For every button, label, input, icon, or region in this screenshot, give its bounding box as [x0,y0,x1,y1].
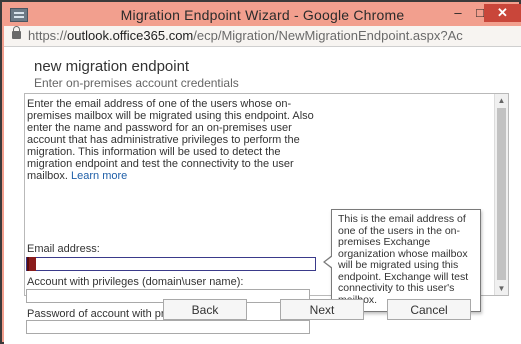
lock-icon [12,26,21,39]
tooltip-text: This is the email address of one of the … [338,213,469,305]
scroll-up-icon[interactable]: ▲ [495,94,508,107]
active-field-marker [27,257,36,271]
wizard-content: new migration endpoint Enter on-premises… [4,47,521,344]
scroll-thumb[interactable] [497,108,506,280]
password-field[interactable] [26,320,310,334]
scroll-down-icon[interactable]: ▼ [495,282,508,295]
back-button[interactable]: Back [163,299,247,320]
email-field[interactable] [26,257,316,271]
window-title: Migration Endpoint Wizard - Google Chrom… [120,7,405,23]
tooltip-arrow [323,255,333,269]
page-subtitle: Enter on-premises account credentials [34,76,239,90]
email-tooltip: This is the email address of one of the … [323,209,481,312]
url-path: /ecp/Migration/NewMigrationEndpoint.aspx… [193,28,463,43]
url-text[interactable]: https://outlook.office365.com/ecp/Migrat… [28,28,463,43]
address-bar[interactable]: https://outlook.office365.com/ecp/Migrat… [4,26,521,47]
instructions-text: Enter the email address of one of the us… [27,98,323,182]
form-scroll-area[interactable]: Enter the email address of one of the us… [24,93,509,334]
learn-more-link[interactable]: Learn more [71,170,127,182]
page-title: new migration endpoint [34,58,190,75]
email-label: Email address: [27,243,100,255]
minimize-button[interactable]: – [448,4,468,22]
vertical-scrollbar[interactable]: ▲ ▼ [494,94,508,295]
instructions-body: Enter the email address of one of the us… [27,98,314,182]
cancel-button[interactable]: Cancel [387,299,471,320]
browser-window: Migration Endpoint Wizard - Google Chrom… [0,0,521,344]
url-domain: outlook.office365.com [67,28,194,43]
title-bar[interactable]: Migration Endpoint Wizard - Google Chrom… [4,4,521,26]
close-button[interactable]: ✕ [484,4,521,22]
next-button[interactable]: Next [280,299,364,320]
account-label: Account with privileges (domain\user nam… [27,276,244,288]
url-scheme: https:// [28,28,68,43]
